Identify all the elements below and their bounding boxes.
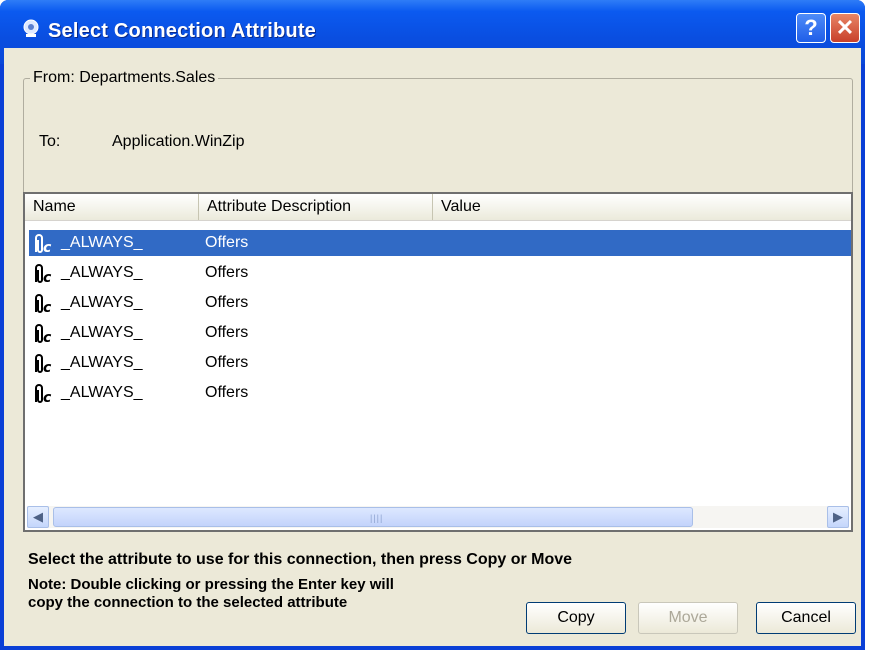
column-header-value[interactable]: Value [433,194,849,220]
scroll-left-button[interactable]: ◀ [27,506,49,528]
copy-button[interactable]: Copy [526,602,626,634]
paperclip-c-icon: c [35,234,52,256]
paperclip-c-icon: c [35,264,52,286]
svg-text:c: c [43,270,52,286]
svg-text:c: c [43,330,52,346]
paperclip-c-icon: c [35,294,52,316]
to-label: To: [39,133,61,150]
scroll-thumb[interactable]: |||| [53,507,693,527]
instruction-text: Select the attribute to use for this con… [28,551,573,568]
scroll-right-button[interactable]: ▶ [827,506,849,528]
paperclip-c-icon: c [35,324,52,346]
row-name: _ALWAYS_ [61,384,143,401]
table-row[interactable]: c _ALWAYS_ Offers [29,320,851,346]
row-name: _ALWAYS_ [61,264,143,281]
table-row[interactable]: c _ALWAYS_ Offers [29,290,851,316]
column-header-description[interactable]: Attribute Description [199,194,433,220]
horizontal-scrollbar[interactable]: ◀ |||| ▶ [27,506,849,528]
row-description: Offers [205,354,249,371]
row-description: Offers [205,234,249,251]
row-name: _ALWAYS_ [61,324,143,341]
svg-text:c: c [43,300,52,316]
svg-text:c: c [43,390,52,406]
table-row[interactable]: c _ALWAYS_ Offers [29,260,851,286]
row-description: Offers [205,294,249,311]
row-description: Offers [205,324,249,341]
table-row[interactable]: c _ALWAYS_ Offers [29,380,851,406]
note-text-line1: Note: Double clicking or pressing the En… [28,576,394,593]
paperclip-c-icon: c [35,354,52,376]
to-value: Application.WinZip [112,133,245,150]
row-name: _ALWAYS_ [57,233,147,253]
attribute-list[interactable]: Name Attribute Description Value c _ALWAY… [23,192,853,532]
connection-groupbox: From: Departments.Sales To: Application.… [23,69,853,209]
row-description: Offers [205,264,249,281]
note-text-line2: copy the connection to the selected attr… [28,594,348,611]
table-row[interactable]: c _ALWAYS_ Offers [29,230,851,256]
row-description: Offers [205,384,249,401]
list-header: Name Attribute Description Value [25,194,851,221]
help-button[interactable]: ? [796,13,826,43]
svg-text:c: c [43,240,52,256]
cancel-button[interactable]: Cancel [756,602,856,634]
selection-highlight [29,230,851,256]
svg-text:c: c [43,360,52,376]
dialog-window: Select Connection Attribute ? ✕ From: De… [0,0,865,650]
dialog-body: From: Departments.Sales To: Application.… [4,48,861,646]
app-icon [23,19,39,37]
move-button[interactable]: Move [638,602,738,634]
close-button[interactable]: ✕ [830,13,860,43]
row-name: _ALWAYS_ [61,354,143,371]
table-row[interactable]: c _ALWAYS_ Offers [29,350,851,376]
row-name: _ALWAYS_ [61,294,143,311]
grip-icon: |||| [370,513,384,523]
from-label: From: Departments.Sales [30,69,219,87]
column-header-name[interactable]: Name [25,194,199,220]
window-title: Select Connection Attribute [48,20,317,42]
paperclip-c-icon: c [35,384,52,406]
